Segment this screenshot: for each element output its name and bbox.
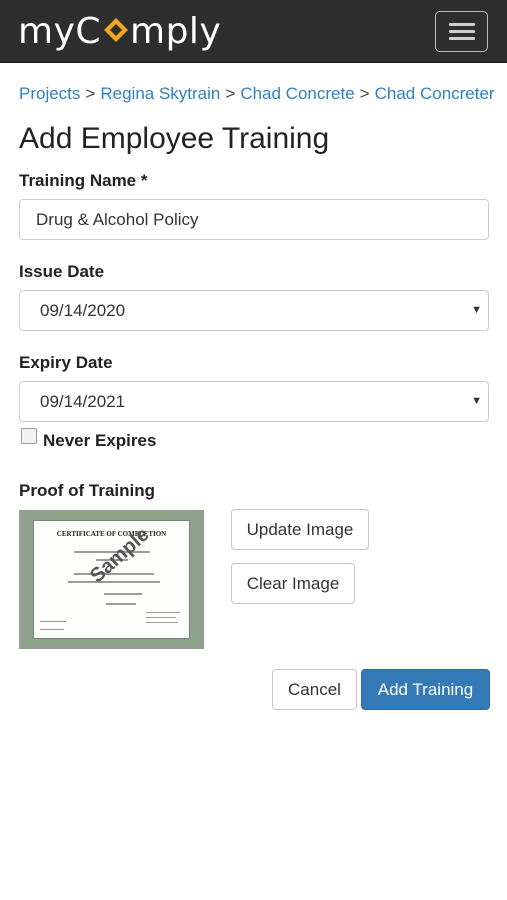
breadcrumb-separator: > [359, 84, 370, 103]
dropdown-caret-icon: ▼ [471, 395, 482, 407]
add-training-button[interactable]: Add Training [361, 669, 490, 710]
training-name-label: Training Name * [19, 171, 148, 190]
dropdown-caret-icon: ▼ [471, 304, 482, 316]
breadcrumb-chad-concreter[interactable]: Chad Concreter [375, 84, 495, 103]
expiry-date-value: 09/14/2021 [40, 392, 126, 411]
diamond-logo-icon [103, 17, 129, 43]
never-expires-label: Never Expires [43, 431, 157, 450]
breadcrumb: Projects > Regina Skytrain > Chad Concrete > C… [19, 82, 495, 106]
brand-logo[interactable]: my Cmply [18, 12, 221, 52]
issue-date-value: 09/14/2020 [40, 301, 126, 320]
breadcrumb-separator: > [85, 84, 96, 103]
breadcrumb-regina-skytrain[interactable]: Regina Skytrain [100, 84, 220, 103]
issue-date-label: Issue Date [19, 262, 105, 281]
brand-name-part2: mply [130, 11, 222, 52]
expiry-date-label: Expiry Date [19, 353, 113, 372]
certificate-image: CERTIFICATE OF COMPLETION Sample [19, 510, 204, 649]
update-image-button[interactable]: Update Image [231, 509, 369, 550]
cancel-button[interactable]: Cancel [272, 669, 357, 710]
training-name-input[interactable]: Drug & Alcohol Policy [19, 199, 489, 240]
top-navbar: my Cmply [0, 0, 507, 63]
breadcrumb-chad-concrete[interactable]: Chad Concrete [240, 84, 354, 103]
page-title: Add Employee Training [19, 122, 330, 155]
expiry-date-select[interactable]: 09/14/2021 ▼ [19, 381, 489, 422]
breadcrumb-projects[interactable]: Projects [19, 84, 80, 103]
clear-image-button[interactable]: Clear Image [231, 563, 355, 604]
proof-of-training-label: Proof of Training [19, 481, 155, 500]
brand-name-part1: my [18, 11, 76, 52]
issue-date-select[interactable]: 09/14/2020 ▼ [19, 290, 489, 331]
hamburger-menu-icon[interactable] [435, 11, 488, 52]
never-expires-checkbox[interactable] [21, 428, 37, 444]
brand-letter-c: C [75, 11, 102, 52]
certificate-title: CERTIFICATE OF COMPLETION [56, 530, 167, 538]
breadcrumb-separator: > [225, 84, 236, 103]
